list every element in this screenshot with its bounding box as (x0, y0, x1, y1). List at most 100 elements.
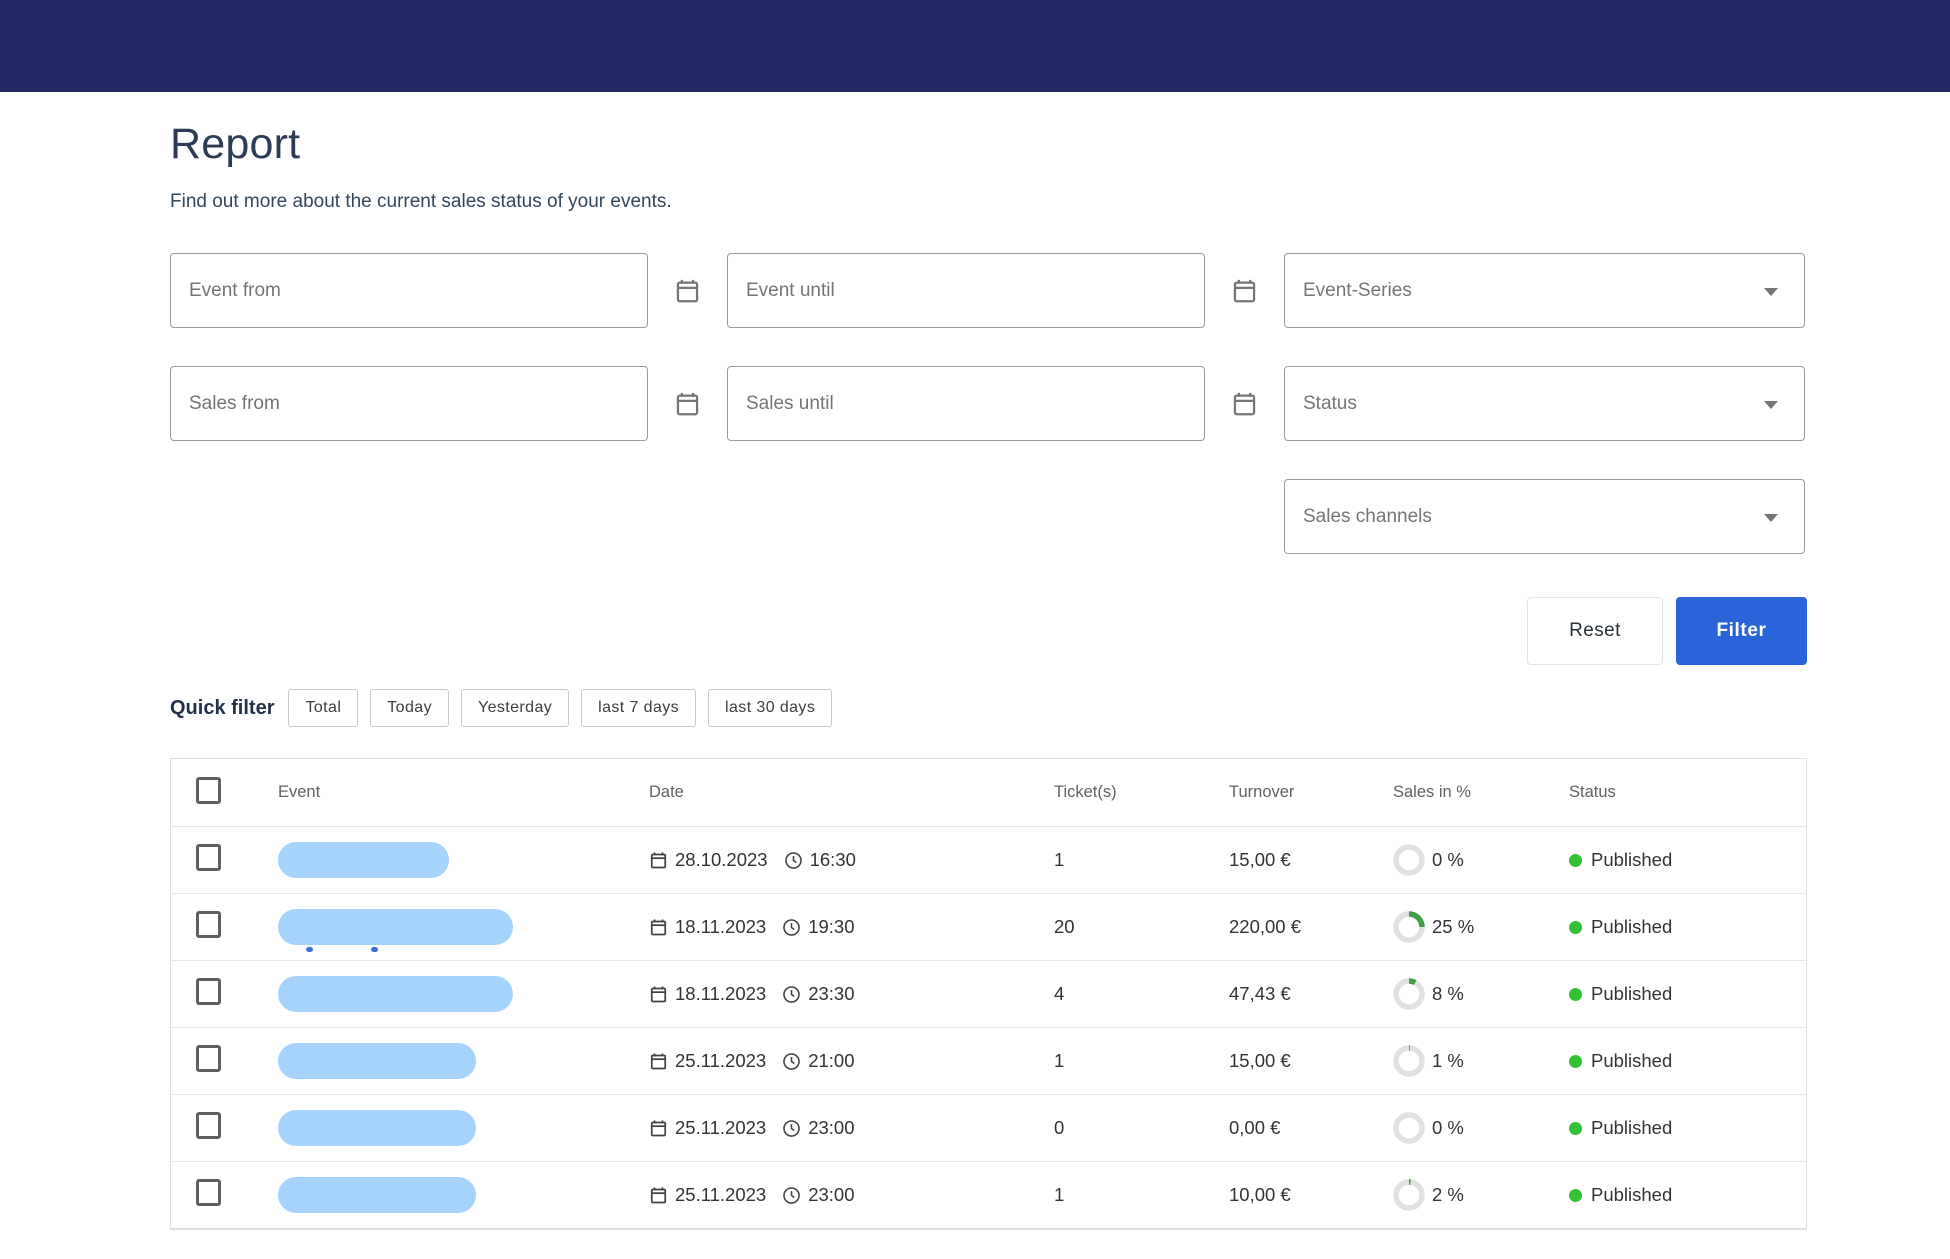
sales-donut-chart (1393, 978, 1425, 1010)
row-checkbox[interactable] (196, 911, 221, 938)
date-cell: 25.11.2023 23:00 (649, 1117, 1054, 1139)
calendar-icon (1231, 389, 1258, 418)
date-cell: 18.11.2023 19:30 (649, 916, 1054, 938)
filter-button[interactable]: Filter (1676, 597, 1807, 665)
select-all-checkbox[interactable] (196, 777, 221, 804)
row-checkbox[interactable] (196, 1045, 221, 1072)
quick-filter-label: Quick filter (170, 697, 274, 720)
table-body: 28.10.2023 16:30 1 15,00 € 0 % Published (171, 827, 1806, 1229)
event-until-input[interactable] (746, 280, 1186, 302)
status-select[interactable]: Status (1284, 366, 1805, 441)
clock-icon (782, 1119, 801, 1138)
row-checkbox[interactable] (196, 844, 221, 871)
filter-actions: Reset Filter (170, 597, 1807, 665)
sales-from-datepicker-button[interactable] (674, 389, 701, 418)
sales-percent-cell: 1 % (1393, 1045, 1569, 1077)
sales-percent-cell: 0 % (1393, 1112, 1569, 1144)
event-until-datepicker-button[interactable] (1231, 276, 1258, 305)
event-name-redacted[interactable] (278, 1177, 476, 1213)
turnover-value: 15,00 € (1229, 1050, 1393, 1072)
sales-until-field[interactable] (727, 366, 1205, 441)
quick-filter-last-7-days[interactable]: last 7 days (581, 689, 696, 727)
status-dot-icon (1569, 1122, 1582, 1135)
sales-percent-cell: 2 % (1393, 1179, 1569, 1211)
sales-until-datepicker-button[interactable] (1231, 389, 1258, 418)
table-row: 18.11.2023 23:30 4 47,43 € 8 % Published (171, 961, 1806, 1028)
quick-filter-last-30-days[interactable]: last 30 days (708, 689, 832, 727)
clock-icon (782, 918, 801, 937)
sales-percent-label: 8 % (1432, 983, 1464, 1005)
event-name-redacted[interactable] (278, 1043, 476, 1079)
event-time: 23:00 (808, 1117, 854, 1139)
sales-donut-chart (1393, 1045, 1425, 1077)
reset-button[interactable]: Reset (1527, 597, 1663, 665)
sales-from-input[interactable] (189, 393, 629, 415)
calendar-icon (649, 1051, 668, 1071)
event-time: 21:00 (808, 1050, 854, 1072)
turnover-value: 0,00 € (1229, 1117, 1393, 1139)
sales-percent-cell: 8 % (1393, 978, 1569, 1010)
event-from-input[interactable] (189, 280, 629, 302)
row-checkbox[interactable] (196, 1179, 221, 1206)
column-header-turnover: Turnover (1229, 783, 1393, 802)
status-cell: Published (1569, 849, 1806, 871)
status-dot-icon (1569, 854, 1582, 867)
status-label: Published (1591, 916, 1672, 938)
status-label: Published (1591, 1117, 1672, 1139)
status-label: Published (1591, 1184, 1672, 1206)
status-cell: Published (1569, 916, 1806, 938)
event-until-field[interactable] (727, 253, 1205, 328)
turnover-value: 10,00 € (1229, 1184, 1393, 1206)
row-checkbox[interactable] (196, 1112, 221, 1139)
status-dot-icon (1569, 988, 1582, 1001)
column-header-sales: Sales in % (1393, 783, 1569, 802)
sales-channels-select-label: Sales channels (1303, 506, 1432, 528)
quick-filter-total[interactable]: Total (288, 689, 358, 727)
clock-icon (782, 1052, 801, 1071)
quick-filter-yesterday[interactable]: Yesterday (461, 689, 569, 727)
date-cell: 25.11.2023 21:00 (649, 1050, 1054, 1072)
table-header-row: Event Date Ticket(s) Turnover Sales in %… (171, 759, 1806, 827)
event-from-datepicker-button[interactable] (674, 276, 701, 305)
event-name-redacted[interactable] (278, 842, 449, 878)
sales-percent-label: 0 % (1432, 849, 1464, 871)
status-dot-icon (1569, 1055, 1582, 1068)
date-cell: 25.11.2023 23:00 (649, 1184, 1054, 1206)
event-name-redacted[interactable] (278, 1110, 476, 1146)
event-time: 23:00 (808, 1184, 854, 1206)
tickets-count: 4 (1054, 983, 1229, 1005)
tickets-count: 1 (1054, 1050, 1229, 1072)
column-header-tickets: Ticket(s) (1054, 783, 1229, 802)
calendar-icon (1231, 276, 1258, 305)
event-from-field[interactable] (170, 253, 648, 328)
tickets-count: 20 (1054, 916, 1229, 938)
sales-from-field[interactable] (170, 366, 648, 441)
quick-filter-today[interactable]: Today (370, 689, 449, 727)
calendar-icon (649, 1118, 668, 1138)
event-name-redacted[interactable] (278, 909, 513, 945)
calendar-icon (674, 389, 701, 418)
sales-percent-cell: 0 % (1393, 844, 1569, 876)
sales-percent-label: 1 % (1432, 1050, 1464, 1072)
turnover-value: 15,00 € (1229, 849, 1393, 871)
event-date: 25.11.2023 (675, 1117, 766, 1139)
event-name-redacted[interactable] (278, 976, 513, 1012)
sales-donut-chart (1393, 1112, 1425, 1144)
table-row: 18.11.2023 19:30 20 220,00 € 25 % Publis… (171, 894, 1806, 961)
turnover-value: 47,43 € (1229, 983, 1393, 1005)
status-dot-icon (1569, 1189, 1582, 1202)
sales-channels-select[interactable]: Sales channels (1284, 479, 1805, 554)
chevron-down-icon (1764, 401, 1778, 409)
sales-until-input[interactable] (746, 393, 1186, 415)
event-date: 28.10.2023 (675, 849, 768, 871)
table-row: 25.11.2023 23:00 0 0,00 € 0 % Published (171, 1095, 1806, 1162)
status-label: Published (1591, 983, 1672, 1005)
event-series-select[interactable]: Event-Series (1284, 253, 1805, 328)
event-time: 16:30 (810, 849, 856, 871)
calendar-icon (649, 1185, 668, 1205)
sales-percent-label: 2 % (1432, 1184, 1464, 1206)
turnover-value: 220,00 € (1229, 916, 1393, 938)
tickets-count: 0 (1054, 1117, 1229, 1139)
event-time: 19:30 (808, 916, 854, 938)
row-checkbox[interactable] (196, 978, 221, 1005)
